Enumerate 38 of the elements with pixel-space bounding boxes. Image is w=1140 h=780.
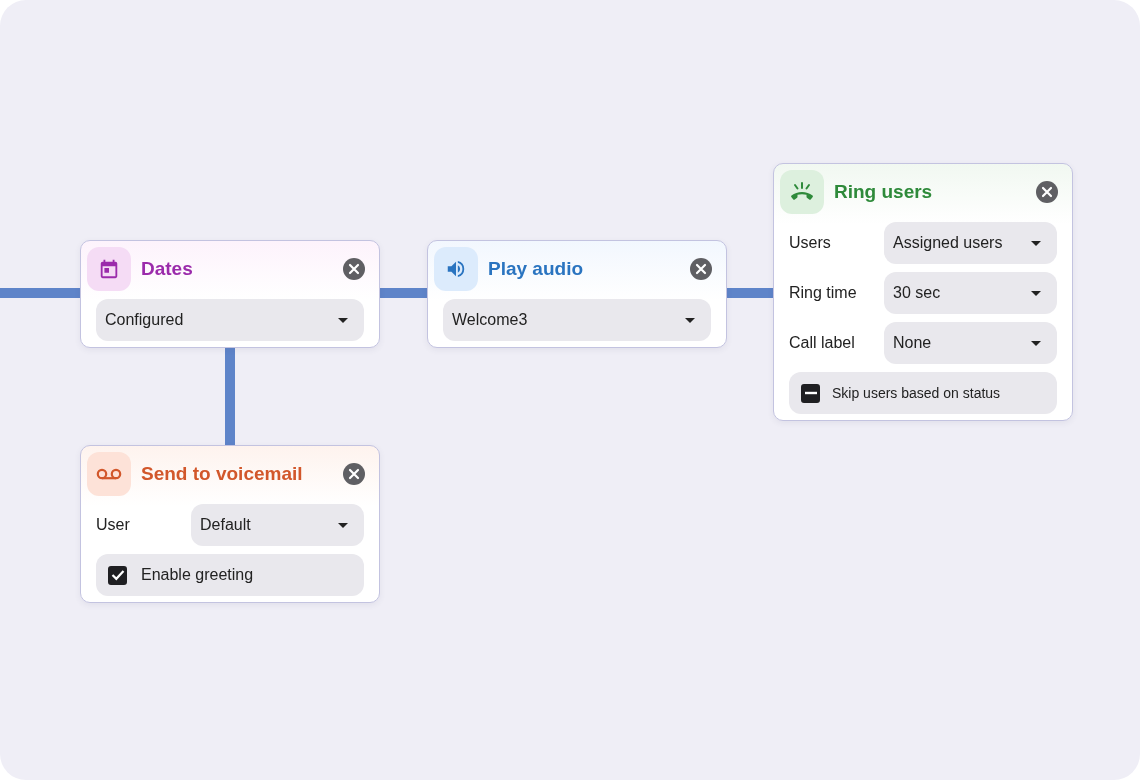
checkbox-row[interactable]: Skip users based on status — [789, 372, 1057, 414]
checkbox-label: Skip users based on status — [832, 385, 1001, 401]
close-icon[interactable] — [343, 463, 365, 485]
caret-icon — [338, 522, 348, 528]
caret-icon — [1031, 340, 1041, 346]
checkbox-row[interactable]: Enable greeting — [96, 554, 364, 596]
dropdown-field[interactable]: Configured — [96, 299, 364, 341]
ringing-phone-icon — [789, 181, 815, 203]
node-title: Play audio — [488, 258, 585, 280]
speaker-icon — [445, 258, 467, 280]
checkbox-label: Enable greeting — [141, 566, 254, 584]
node-title: Send to voicemail — [141, 463, 304, 485]
field-label: Ring time — [788, 284, 858, 302]
dropdown-field[interactable]: Welcome3 — [443, 299, 711, 341]
flow-node-card[interactable]: Ring users Users Assigned users Ring time 30 sec Call label None Skip users based on status — [773, 163, 1073, 421]
close-icon[interactable] — [690, 258, 712, 280]
checkbox[interactable] — [108, 565, 127, 585]
dropdown-field[interactable]: Default — [191, 504, 364, 546]
flow-node-card[interactable]: Send to voicemail User Default Enable greeting — [80, 445, 380, 603]
caret-icon — [685, 317, 695, 323]
caret-icon — [1031, 290, 1041, 296]
calendar-icon — [98, 258, 120, 280]
field-label: Call label — [788, 334, 856, 352]
field-label: Users — [788, 234, 832, 252]
checkbox[interactable] — [801, 383, 820, 403]
dropdown-field[interactable]: None — [884, 322, 1057, 364]
dropdown-field[interactable]: Assigned users — [884, 222, 1057, 264]
close-icon[interactable] — [343, 258, 365, 280]
node-title: Dates — [141, 258, 194, 280]
node-title: Ring users — [834, 181, 934, 203]
voicemail-icon — [96, 467, 122, 481]
field-label: User — [95, 516, 131, 534]
close-icon[interactable] — [1036, 181, 1058, 203]
flow-node-card[interactable]: Play audio Welcome3 — [427, 240, 727, 348]
caret-icon — [338, 317, 348, 323]
flow-node-card[interactable]: Dates Configured — [80, 240, 380, 348]
caret-icon — [1031, 240, 1041, 246]
dropdown-field[interactable]: 30 sec — [884, 272, 1057, 314]
